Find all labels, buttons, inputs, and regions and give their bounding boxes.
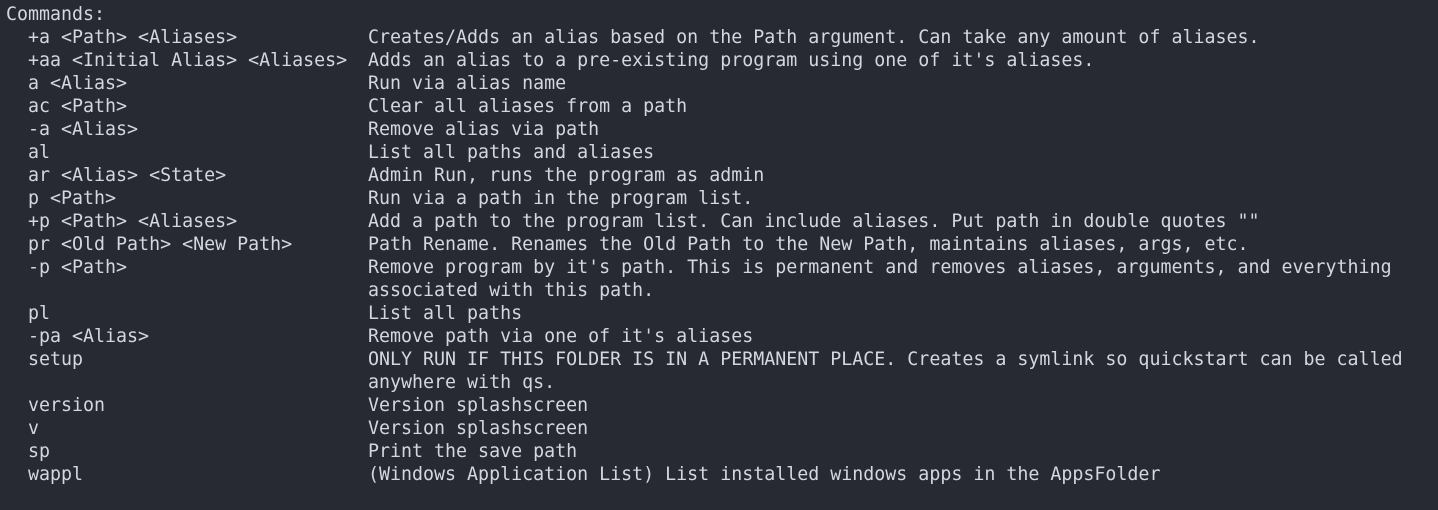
command-description: Version splashscreen bbox=[368, 394, 1428, 417]
command-row: version Version splashscreen bbox=[6, 394, 1438, 417]
command-syntax: al bbox=[28, 142, 51, 163]
command-syntax: pr <Old Path> <New Path> bbox=[28, 234, 293, 255]
command-description-line: Adds an alias to a pre-existing program … bbox=[368, 50, 1095, 71]
command-syntax: wappl bbox=[28, 464, 84, 485]
command-syntax: sp bbox=[28, 441, 51, 462]
command-row: pl List all paths bbox=[6, 302, 1438, 325]
command-description-line: Remove program by it's path. This is per… bbox=[368, 257, 1392, 278]
command-description: Remove path via one of it's aliases bbox=[368, 325, 1428, 348]
command-description: Remove program by it's path. This is per… bbox=[368, 256, 1428, 302]
command-row: al List all paths and aliases bbox=[6, 141, 1438, 164]
command-description-line: Run via a path in the program list. bbox=[368, 188, 754, 209]
command-description-line: Creates/Adds an alias based on the Path … bbox=[368, 27, 1260, 48]
command-description: Admin Run, runs the program as admin bbox=[368, 164, 1428, 187]
command-row: sp Print the save path bbox=[6, 440, 1438, 463]
command-row: ac <Path> Clear all aliases from a path bbox=[6, 95, 1438, 118]
command-description-line: Add a path to the program list. Can incl… bbox=[368, 211, 1260, 232]
command-row: ar <Alias> <State> Admin Run, runs the pr… bbox=[6, 164, 1438, 187]
command-description: Version splashscreen bbox=[368, 417, 1428, 440]
command-row: +p <Path> <Aliases> Add a path to the pro… bbox=[6, 210, 1438, 233]
command-row: wappl (Windows Application List) List ins… bbox=[6, 463, 1438, 486]
command-row: -p <Path> Remove program by it's path. Th… bbox=[6, 256, 1438, 302]
command-row: -pa <Alias> Remove path via one of it's a… bbox=[6, 325, 1438, 348]
command-description: Run via a path in the program list. bbox=[368, 187, 1428, 210]
command-description: Print the save path bbox=[368, 440, 1428, 463]
command-description-line: Remove alias via path bbox=[368, 119, 600, 140]
command-syntax: v bbox=[28, 418, 40, 439]
command-description-line: Admin Run, runs the program as admin bbox=[368, 165, 765, 186]
command-description-line: Version splashscreen bbox=[368, 418, 589, 439]
command-description-line: Run via alias name bbox=[368, 73, 567, 94]
command-description-line: List all paths bbox=[368, 303, 523, 324]
command-syntax: +aa <Initial Alias> <Aliases> bbox=[28, 50, 348, 71]
command-row: a <Alias> Run via alias name bbox=[6, 72, 1438, 95]
commands-heading: Commands: bbox=[6, 4, 106, 25]
command-row: pr <Old Path> <New Path> Path Rename. Ren… bbox=[6, 233, 1438, 256]
command-description-line: Remove path via one of it's aliases bbox=[368, 326, 754, 347]
command-description-line: anywhere with qs. bbox=[368, 372, 556, 393]
command-description: List all paths bbox=[368, 302, 1428, 325]
command-description: Run via alias name bbox=[368, 72, 1428, 95]
command-description: Clear all aliases from a path bbox=[368, 95, 1428, 118]
command-row: +aa <Initial Alias> <Aliases> Adds an ali… bbox=[6, 49, 1438, 72]
command-description: Adds an alias to a pre-existing program … bbox=[368, 49, 1428, 72]
command-syntax: +a <Path> <Aliases> bbox=[28, 27, 238, 48]
command-syntax: -p <Path> bbox=[28, 257, 128, 278]
terminal-output[interactable]: Commands: +a <Path> <Aliases> Creates/Add… bbox=[0, 0, 1438, 510]
command-row: -a <Alias> Remove alias via path bbox=[6, 118, 1438, 141]
command-description-line: ONLY RUN IF THIS FOLDER IS IN A PERMANEN… bbox=[368, 349, 1403, 370]
command-description: (Windows Application List) List installe… bbox=[368, 463, 1428, 486]
command-syntax: ac <Path> bbox=[28, 96, 128, 117]
command-description: Remove alias via path bbox=[368, 118, 1428, 141]
command-syntax: setup bbox=[28, 349, 84, 370]
command-description-line: associated with this path. bbox=[368, 280, 655, 301]
command-description-line: Print the save path bbox=[368, 441, 578, 462]
command-syntax: -a <Alias> bbox=[28, 119, 139, 140]
command-description: ONLY RUN IF THIS FOLDER IS IN A PERMANEN… bbox=[368, 348, 1428, 394]
command-row: p <Path> Run via a path in the program li… bbox=[6, 187, 1438, 210]
command-description: Add a path to the program list. Can incl… bbox=[368, 210, 1428, 233]
command-description-line: List all paths and aliases bbox=[368, 142, 655, 163]
command-description-line: Clear all aliases from a path bbox=[368, 96, 688, 117]
command-description-line: Version splashscreen bbox=[368, 395, 589, 416]
command-syntax: pl bbox=[28, 303, 51, 324]
command-list: +a <Path> <Aliases> Creates/Adds an alias… bbox=[6, 26, 1438, 486]
command-syntax: version bbox=[28, 395, 106, 416]
command-description: Creates/Adds an alias based on the Path … bbox=[368, 26, 1428, 49]
command-description-line: Path Rename. Renames the Old Path to the… bbox=[368, 234, 1249, 255]
command-syntax: p <Path> bbox=[28, 188, 117, 209]
command-description: Path Rename. Renames the Old Path to the… bbox=[368, 233, 1428, 256]
command-syntax: ar <Alias> <State> bbox=[28, 165, 227, 186]
command-description: List all paths and aliases bbox=[368, 141, 1428, 164]
command-syntax: -pa <Alias> bbox=[28, 326, 150, 347]
command-row: v Version splashscreen bbox=[6, 417, 1438, 440]
command-syntax: +p <Path> <Aliases> bbox=[28, 211, 238, 232]
command-row: setup ONLY RUN IF THIS FOLDER IS IN A PER… bbox=[6, 348, 1438, 394]
command-description-line: (Windows Application List) List installe… bbox=[368, 464, 1161, 485]
command-syntax: a <Alias> bbox=[28, 73, 128, 94]
command-row: +a <Path> <Aliases> Creates/Adds an alias… bbox=[6, 26, 1438, 49]
